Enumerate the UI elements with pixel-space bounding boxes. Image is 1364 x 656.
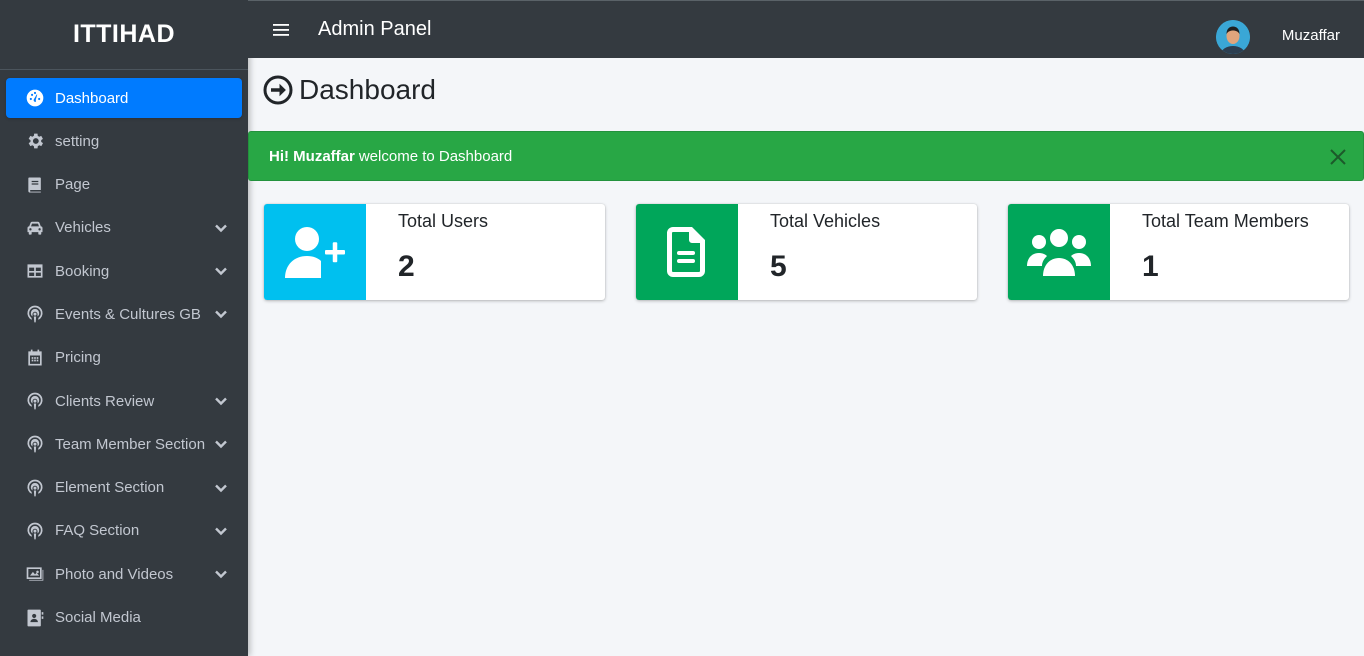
- sidebar-item-label: Events & Cultures GB: [55, 305, 201, 323]
- sidebar-item-dashboard[interactable]: Dashboard: [6, 78, 242, 118]
- sidebar-item-label: Photo and Videos: [55, 565, 174, 583]
- stat-value: 2: [398, 250, 415, 283]
- brand-name: ITTIHAD: [72, 20, 176, 48]
- stat-card-users: Total Users 2: [264, 204, 605, 300]
- panel-title: Admin Panel: [318, 18, 432, 40]
- tachometer-icon: [24, 87, 46, 109]
- book-icon: [24, 174, 46, 196]
- sidebar-item-label: Booking: [55, 262, 110, 280]
- welcome-alert: Hi! Muzaffar welcome to Dashboard: [248, 131, 1364, 181]
- sidebar-item-faq-section[interactable]: FAQ Section: [6, 511, 242, 551]
- stat-label: Total Team Members: [1142, 211, 1309, 231]
- stat-value: 1: [1142, 250, 1159, 283]
- users-icon: [1008, 204, 1110, 300]
- sidebar-item-label: setting: [55, 132, 100, 150]
- sidebar-item-label: Pricing: [55, 349, 101, 367]
- chevron-down-icon: [214, 307, 228, 321]
- stat-label: Total Users: [398, 211, 489, 231]
- sidebar-item-page[interactable]: Page: [6, 165, 242, 205]
- stat-card-body: Total Users 2: [366, 204, 488, 300]
- sidebar-item-events-cultures[interactable]: Events & Cultures GB: [6, 294, 242, 334]
- sidebar-item-booking[interactable]: Booking: [6, 251, 242, 291]
- sidebar-item-label: Element Section: [55, 479, 165, 497]
- sidebar-item-vehicles[interactable]: Vehicles: [6, 208, 242, 248]
- podcast-icon: [24, 477, 46, 499]
- address-book-icon: [24, 607, 46, 629]
- alert-greeting: Hi! Muzaffar: [269, 147, 355, 165]
- chevron-down-icon: [214, 437, 228, 451]
- user-name: Muzaffar: [1281, 27, 1340, 44]
- user-menu[interactable]: Muzaffar: [1215, 17, 1340, 54]
- chevron-down-icon: [214, 264, 228, 278]
- top-navbar: Admin Panel Muzaffar: [248, 0, 1364, 58]
- stat-card-body: Total Team Members 1: [1110, 204, 1309, 300]
- chevron-down-icon: [214, 567, 228, 581]
- podcast-icon: [24, 303, 46, 325]
- sidebar-item-label: Clients Review: [55, 392, 155, 410]
- avatar[interactable]: [1215, 20, 1250, 54]
- calendar-icon: [24, 347, 46, 369]
- sidebar-item-label: Social Media: [55, 609, 141, 627]
- sidebar-item-label: FAQ Section: [55, 522, 140, 540]
- podcast-icon: [24, 390, 46, 412]
- podcast-icon: [24, 520, 46, 542]
- page-header: Dashboard: [263, 74, 436, 106]
- brand-logo[interactable]: ITTIHAD: [0, 0, 248, 70]
- close-icon[interactable]: [1329, 148, 1347, 166]
- file-icon: [636, 204, 738, 300]
- chevron-down-icon: [214, 221, 228, 235]
- car-icon: [24, 217, 46, 239]
- sidebar-item-photo-videos[interactable]: Photo and Videos: [6, 554, 242, 594]
- user-plus-icon: [264, 204, 366, 300]
- sidebar-item-team-member[interactable]: Team Member Section: [6, 424, 242, 464]
- stat-card-team-members: Total Team Members 1: [1008, 204, 1349, 300]
- chevron-down-icon: [214, 394, 228, 408]
- sidebar-item-label: Dashboard: [55, 89, 129, 107]
- sidebar-item-label: Team Member Section: [55, 435, 206, 453]
- sidebar-item-label: Page: [55, 176, 91, 194]
- gear-icon: [24, 130, 46, 152]
- stat-label: Total Vehicles: [770, 211, 881, 231]
- sidebar-item-pricing[interactable]: Pricing: [6, 338, 242, 378]
- podcast-icon: [24, 433, 46, 455]
- sidebar: ITTIHAD Dashboard setting Page Vehicles: [0, 0, 248, 656]
- image-icon: [24, 563, 46, 585]
- sidebar-item-setting[interactable]: setting: [6, 121, 242, 161]
- alert-message: welcome to Dashboard: [358, 147, 513, 165]
- sidebar-item-social-media[interactable]: Social Media: [6, 598, 242, 638]
- main-content: Dashboard Hi! Muzaffar welcome to Dashbo…: [248, 58, 1364, 656]
- arrow-circle-right-icon: [263, 75, 293, 105]
- stat-value: 5: [770, 250, 787, 283]
- hamburger-menu-icon[interactable]: [270, 20, 292, 40]
- stat-card-body: Total Vehicles 5: [738, 204, 880, 300]
- sidebar-item-label: Vehicles: [55, 219, 111, 237]
- sidebar-item-clients-review[interactable]: Clients Review: [6, 381, 242, 421]
- chevron-down-icon: [214, 524, 228, 538]
- page-title: Dashboard: [299, 74, 436, 105]
- stat-card-vehicles: Total Vehicles 5: [636, 204, 977, 300]
- chevron-down-icon: [214, 481, 228, 495]
- sidebar-item-element-section[interactable]: Element Section: [6, 468, 242, 508]
- table-icon: [24, 260, 46, 282]
- sidebar-nav: Dashboard setting Page Vehicles Booking …: [0, 70, 248, 638]
